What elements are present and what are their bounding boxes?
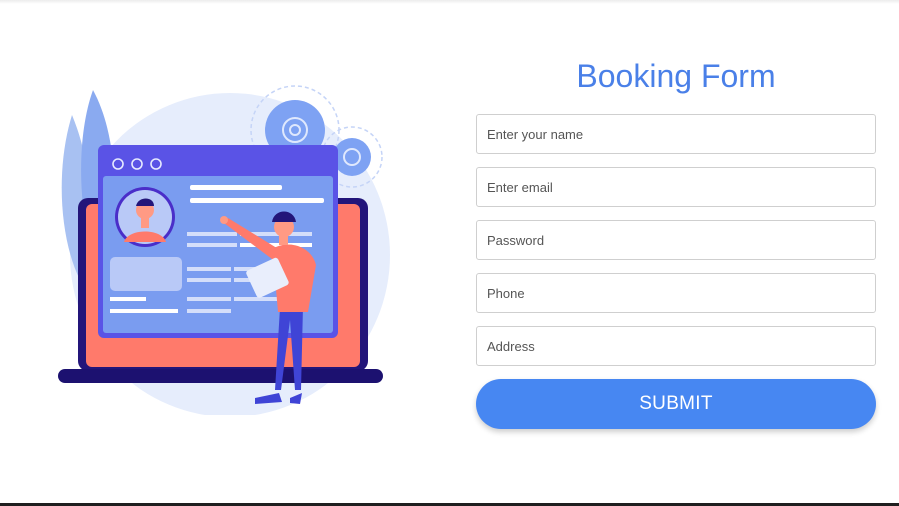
submit-button[interactable]: SUBMIT — [476, 379, 876, 429]
password-input[interactable] — [476, 220, 876, 260]
profile-avatar-icon — [115, 187, 175, 247]
form-title: Booking Form — [576, 58, 776, 94]
top-shadow — [0, 0, 899, 4]
email-input[interactable] — [476, 167, 876, 207]
name-input[interactable] — [476, 114, 876, 154]
image-placeholder — [110, 257, 182, 291]
booking-illustration — [50, 80, 395, 417]
address-input[interactable] — [476, 326, 876, 366]
laptop-base — [58, 369, 383, 383]
phone-input[interactable] — [476, 273, 876, 313]
booking-form: Booking Form SUBMIT — [476, 55, 876, 429]
